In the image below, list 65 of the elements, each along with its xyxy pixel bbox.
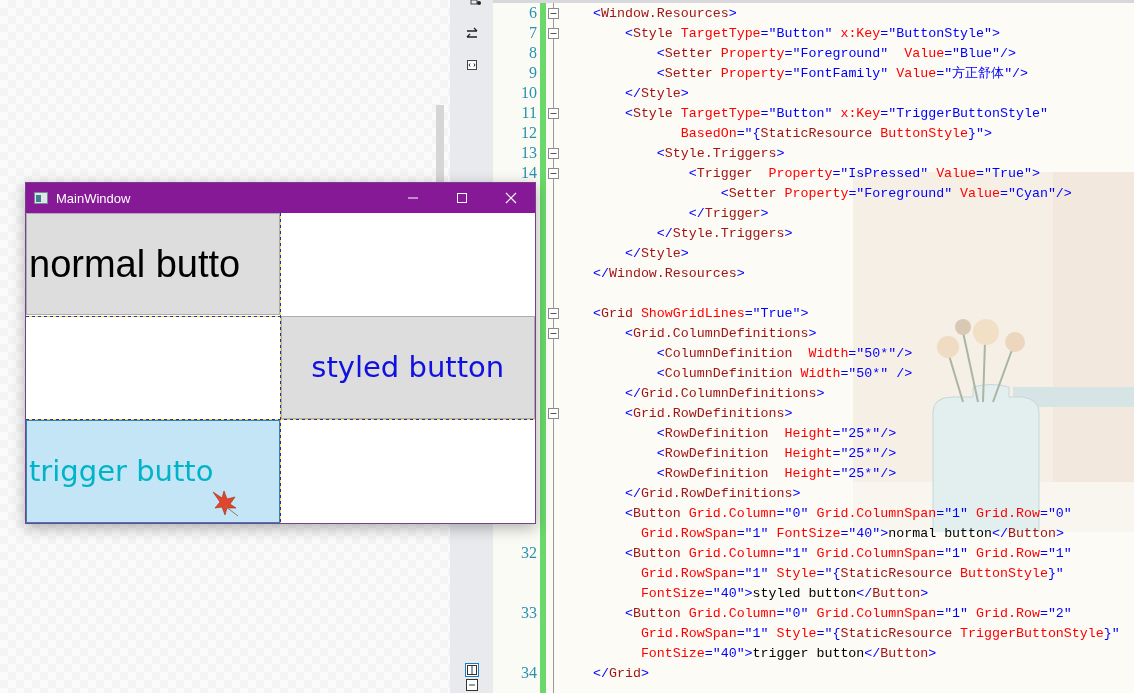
fold-toggle-icon[interactable] [547,327,559,339]
code-icon[interactable] [466,60,477,70]
code-line: <Button Grid.Column="0" Grid.ColumnSpan="1" Grid.Row="0" [623,505,1072,521]
code-line: <ColumnDefinition Width="50*" /> [655,365,913,381]
grid-button[interactable]: styled button [280,316,535,419]
fold-toggle-icon[interactable] [547,407,559,419]
code-line: <Grid.RowDefinitions> [623,405,793,421]
line-number: 14 [521,164,537,182]
code-line: FontSize="40">styled button</Button> [639,585,929,601]
line-number: 12 [521,124,537,142]
code-line: </Style.Triggers> [655,225,793,241]
code-line: <Setter Property="Foreground" Value="Blue"/> [655,45,1016,61]
code-line: <Button Grid.Column="1" Grid.ColumnSpan="1" Grid.Row="1" [623,545,1072,561]
code-line: <ColumnDefinition Width="50*"/> [655,345,913,361]
code-line: </Grid> [593,665,649,681]
line-number: 33 [521,604,537,622]
code-line: </Trigger> [687,205,769,221]
fold-toggle-icon[interactable] [547,167,559,179]
code-line: Grid.RowSpan="1" FontSize="40">normal button</Button> [639,525,1064,541]
code-line: BasedOn="{StaticResource ButtonStyle}"> [679,125,993,141]
line-number: 7 [529,24,537,42]
code-line: <Grid.ColumnDefinitions> [623,325,817,341]
close-icon[interactable] [505,192,517,204]
swap-icon[interactable] [464,27,479,41]
fold-toggle-icon[interactable] [547,107,559,119]
code-line: <Setter Property="FontFamily" Value="方正舒体"/> [655,65,1029,82]
code-line: </Style> [623,245,689,261]
line-number: 34 [521,664,537,682]
code-line: <Style TargetType="Button" x:Key="ButtonStyle"> [623,25,1000,41]
code-line: </Style> [623,85,689,101]
line-number: 10 [521,84,537,102]
code-line: <Style.Triggers> [655,145,785,161]
collapse-icon[interactable] [465,679,478,691]
code-line: </Grid.ColumnDefinitions> [623,385,825,401]
code-line: <RowDefinition Height="25*"/> [655,445,897,461]
scrollbar[interactable] [436,105,444,182]
toolbar-icon[interactable] [469,0,482,6]
line-number: 8 [529,44,537,62]
line-number: 9 [529,64,537,82]
fold-toggle-icon[interactable] [547,147,559,159]
line-number: 6 [529,4,537,22]
fold-toggle-icon[interactable] [547,307,559,319]
fold-toggle-icon[interactable] [547,27,559,39]
code-line: <Grid ShowGridLines="True"> [593,305,809,321]
fold-toggle-icon[interactable] [547,7,559,19]
maximize-icon[interactable] [456,192,468,204]
window-icon [34,192,48,204]
code-line: </Window.Resources> [593,265,745,281]
line-number: 13 [521,144,537,162]
line-number: 11 [521,104,537,122]
code-line: <RowDefinition Height="25*"/> [655,465,897,481]
code-line: <Button Grid.Column="0" Grid.ColumnSpan="1" Grid.Row="2" [623,605,1072,621]
code-line: Grid.RowSpan="1" Style="{StaticResource ButtonStyle}" [639,565,1064,581]
line-number: 32 [521,544,537,562]
code-line: FontSize="40">trigger button</Button> [639,645,937,661]
code-line: <RowDefinition Height="25*"/> [655,425,897,441]
code-line: <Trigger Property="IsPressed" Value="True"> [687,165,1040,181]
code-line: <Window.Resources> [593,5,737,21]
code-line: <Setter Property="Foreground" Value="Cyan"/> [719,185,1072,201]
window-title: MainWindow [56,190,131,206]
code-line: Grid.RowSpan="1" Style="{StaticResource TriggerButtonStyle}" [639,625,1120,641]
code-line: </Grid.RowDefinitions> [623,485,801,501]
split-icon[interactable] [464,663,479,677]
code-line: <Style TargetType="Button" x:Key="TriggerButtonStyle" [623,105,1048,121]
grid-button[interactable]: normal butto [26,213,280,316]
